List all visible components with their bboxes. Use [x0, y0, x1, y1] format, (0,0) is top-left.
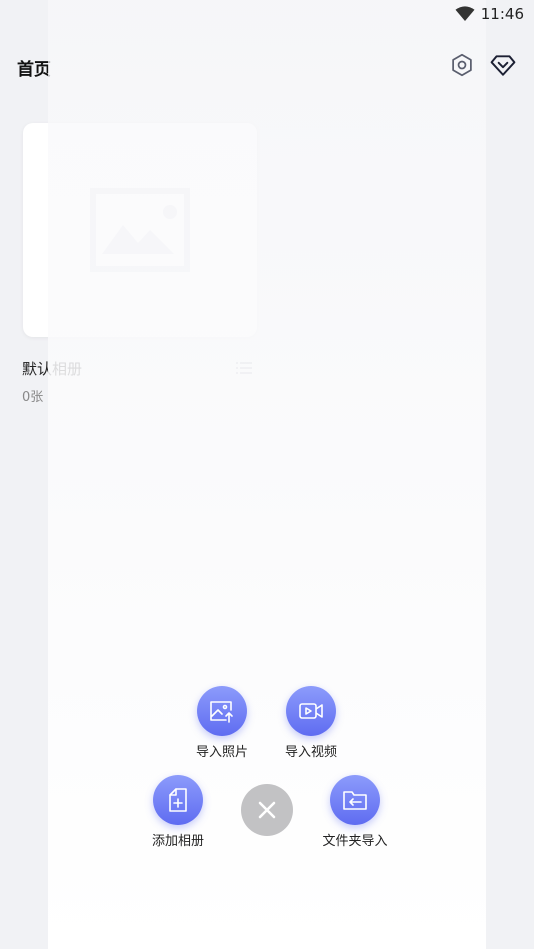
folder-import-button[interactable]: 文件夹导入 — [310, 775, 400, 849]
add-album-circle[interactable] — [153, 775, 203, 825]
folder-import-circle[interactable] — [330, 775, 380, 825]
diamond-icon[interactable] — [490, 52, 516, 78]
wifi-icon — [455, 6, 475, 21]
import-photo-label: 导入照片 — [195, 745, 248, 760]
image-upload-icon — [210, 701, 233, 723]
gear-icon[interactable] — [449, 52, 475, 78]
album-count: 0张 — [22, 390, 44, 405]
import-video-label: 导入视频 — [284, 745, 337, 760]
add-album-label: 添加相册 — [151, 834, 204, 849]
import-video-button[interactable]: 导入视频 — [266, 686, 356, 760]
import-photo-button[interactable]: 导入照片 — [177, 686, 267, 760]
add-file-icon — [169, 788, 187, 812]
status-bar: 11:46 — [455, 4, 524, 24]
import-video-circle[interactable] — [286, 686, 336, 736]
add-album-button[interactable]: 添加相册 — [133, 775, 223, 849]
folder-import-icon — [343, 791, 367, 810]
status-time: 11:46 — [480, 5, 524, 23]
close-icon — [258, 801, 276, 819]
close-menu-button[interactable] — [241, 784, 293, 836]
page-title: 首页 — [17, 60, 51, 80]
video-camera-icon — [299, 703, 323, 719]
import-photo-circle[interactable] — [197, 686, 247, 736]
folder-import-label: 文件夹导入 — [322, 834, 388, 849]
